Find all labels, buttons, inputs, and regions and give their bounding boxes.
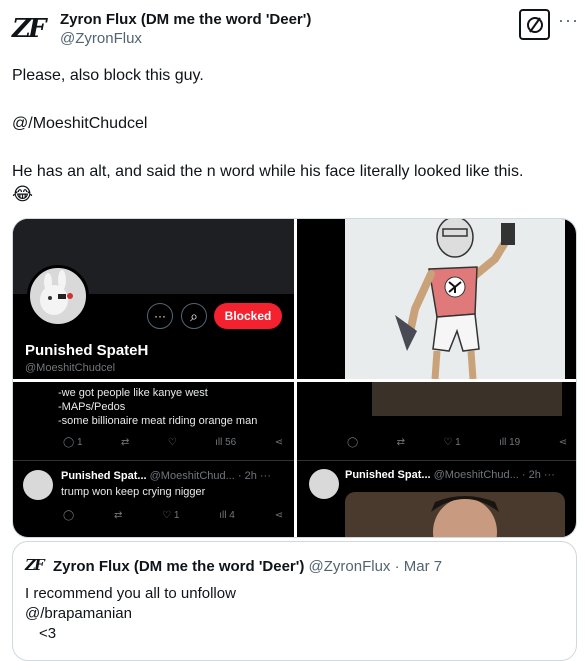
grid-gap-horizontal [13, 379, 576, 382]
like-icon-right[interactable]: ♡ 1 [443, 437, 460, 448]
reply-like-icon[interactable]: ♡ 1 [162, 510, 179, 521]
reply-text: trump won keep crying nigger [61, 486, 206, 498]
reply-views-icon[interactable]: ıll 4 [219, 510, 235, 521]
post-actions-row: ◯ 1 ⇄ ♡ ıll 56 ⋖ [63, 437, 283, 448]
quote-line-1: I recommend you all to unfollow [25, 585, 236, 602]
reply-repost-icon[interactable]: ⇄ [114, 510, 122, 521]
reply-time-right: · 2h [521, 469, 541, 481]
author-handle[interactable]: @ZyronFlux [60, 30, 142, 47]
post-divider-right [297, 460, 576, 461]
profile-more-button[interactable]: ··· [147, 303, 173, 329]
quote-date: · Mar 7 [394, 558, 443, 575]
quote-author-handle[interactable]: @ZyronFlux [309, 558, 391, 575]
media-profile-screenshot[interactable]: ··· ⌕ Blocked Punished SpateH @MoeshitCh… [13, 219, 294, 379]
reply-handle-right: @MoeshitChud... [433, 469, 519, 481]
reply-photo [345, 492, 565, 537]
post-actions-row-right: ◯ ⇄ ♡ 1 ıll 19 ⋖ [347, 437, 567, 448]
post-line-3: -some billionaire meat riding orange man [58, 415, 258, 427]
reply-name-right: Punished Spat... [345, 469, 431, 481]
reply-avatar [23, 470, 53, 500]
profile-name: Punished SpateH [25, 342, 149, 359]
more-options-icon[interactable]: ··· [558, 10, 579, 31]
reply-icon-right[interactable]: ◯ [347, 437, 358, 448]
views-count: 56 [225, 437, 237, 448]
media-posts-right[interactable]: ◯ ⇄ ♡ 1 ıll 19 ⋖ Punished Spat... @Moesh… [297, 382, 576, 537]
reply-icon[interactable]: ◯ 1 [63, 437, 83, 448]
share-icon[interactable]: ⋖ [275, 437, 283, 448]
profile-avatar [27, 265, 89, 327]
repost-icon[interactable]: ⇄ [121, 437, 129, 448]
photo-snippet-top [372, 382, 562, 416]
views-icon-right[interactable]: ıll 19 [499, 437, 520, 448]
author-name[interactable]: Zyron Flux (DM me the word 'Deer') [60, 11, 311, 28]
reply-like-count: 1 [173, 510, 180, 521]
tweet-text-line-3: He has an alt, and said the n word while… [12, 163, 524, 180]
post-line-1: -we got people like kanye west [58, 387, 208, 399]
quote-mention[interactable]: @/brapamanian [25, 604, 236, 624]
quoted-tweet[interactable]: ZF Zyron Flux (DM me the word 'Deer') @Z… [12, 541, 577, 661]
author-logo[interactable]: ZF [12, 14, 46, 44]
quote-logo: ZF [25, 556, 45, 574]
like-icon[interactable]: ♡ [168, 437, 177, 448]
post-line-2: -MAPs/Pedos [58, 401, 126, 413]
profile-handle: @MoeshitChudcel [25, 362, 116, 374]
views-count-right: 19 [509, 437, 521, 448]
reply-name: Punished Spat... [61, 470, 147, 482]
reply-more-icon-right[interactable]: ··· [544, 469, 555, 481]
views-icon[interactable]: ıll 56 [215, 437, 236, 448]
laughing-emoji: 😂 [12, 184, 34, 204]
repost-icon-right[interactable]: ⇄ [397, 437, 405, 448]
profile-search-button[interactable]: ⌕ [181, 303, 207, 329]
share-icon-right[interactable]: ⋖ [559, 437, 567, 448]
quote-line-3: <3 [39, 625, 57, 642]
reply-more-icon[interactable]: ··· [260, 470, 271, 482]
tweet-mention[interactable]: @/MoeshitChudcel [12, 114, 147, 134]
reply-time: · 2h [237, 470, 257, 482]
reply-handle: @MoeshitChud... [149, 470, 235, 482]
tweet-text-line-1: Please, also block this guy. [12, 67, 204, 84]
grok-icon [526, 16, 543, 33]
blocked-button[interactable]: Blocked [214, 303, 282, 329]
media-grid[interactable]: ··· ⌕ Blocked Punished SpateH @MoeshitCh… [12, 218, 577, 538]
reply-actions-row: ◯ ⇄ ♡ 1 ıll 4 ⋖ [63, 510, 283, 521]
grok-button[interactable] [519, 9, 550, 40]
reply-avatar-right [309, 469, 339, 499]
reply-views-count: 4 [229, 510, 235, 521]
reply-count: 1 [76, 437, 83, 448]
reply-reply-icon[interactable]: ◯ [63, 510, 74, 521]
post-divider [13, 460, 294, 461]
media-posts-left[interactable]: -we got people like kanye west -MAPs/Ped… [13, 382, 294, 537]
reply-share-icon[interactable]: ⋖ [275, 510, 283, 521]
cartoon-image [345, 219, 565, 379]
quote-author-name[interactable]: Zyron Flux (DM me the word 'Deer') [53, 558, 304, 575]
media-cartoon[interactable] [297, 219, 576, 379]
like-count-right: 1 [455, 437, 461, 448]
